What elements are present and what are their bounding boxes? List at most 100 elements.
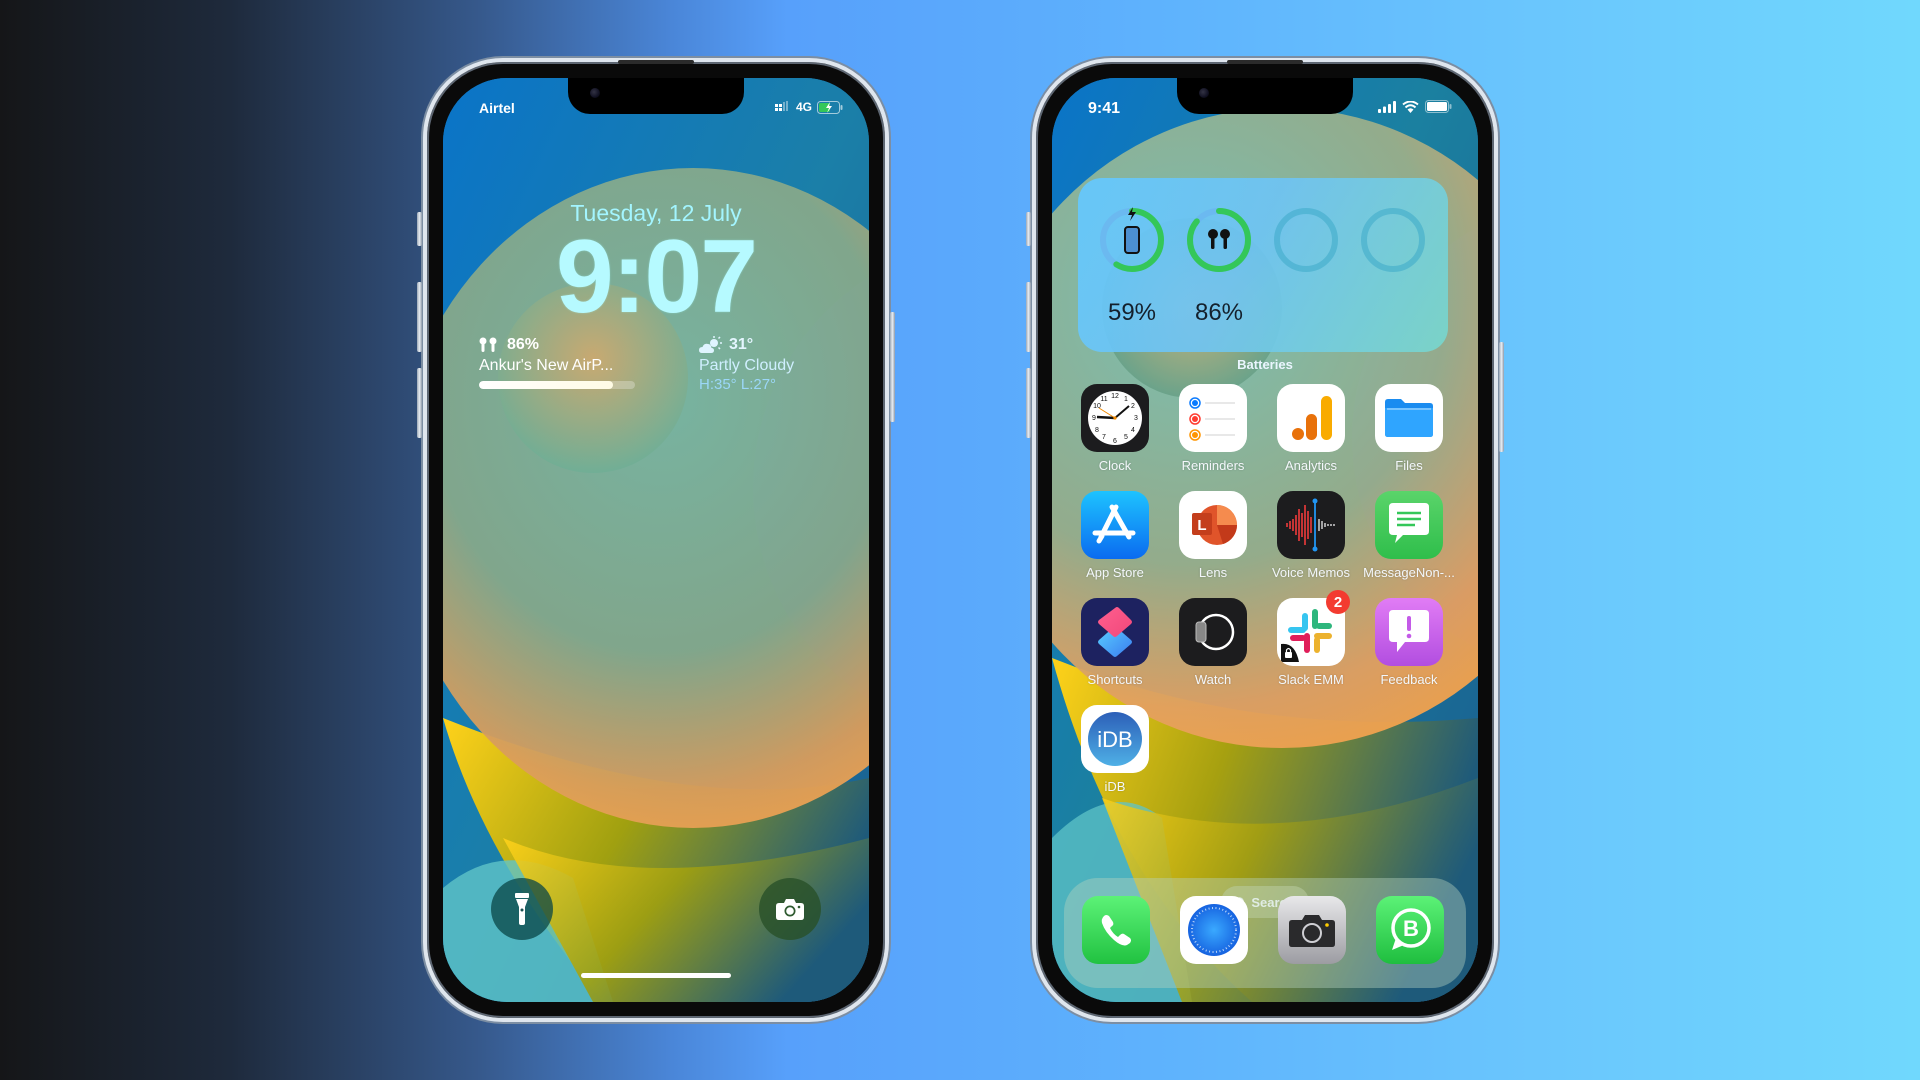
airpods-battery-bar (479, 381, 635, 389)
svg-text:7: 7 (1102, 434, 1106, 441)
battery-ring (1187, 208, 1251, 272)
airpods-icon (1208, 229, 1230, 249)
svg-text:1: 1 (1124, 396, 1128, 403)
batteries-widget[interactable]: 59% 86% (1078, 178, 1448, 352)
home-screen: 9:41 59% 86% Batteries 12 1 2 3 4 5 6 7 … (1052, 78, 1478, 1002)
idb-logo-text: iDB (1097, 727, 1132, 752)
svg-text:12: 12 (1111, 393, 1119, 400)
svg-text:5: 5 (1124, 434, 1128, 441)
app-label: Analytics (1284, 458, 1338, 473)
cellular-signal-icon (1378, 100, 1396, 113)
notch (1177, 78, 1353, 114)
app-analytics[interactable]: Analytics (1262, 384, 1360, 473)
home-screen-phone: 9:41 59% 86% Batteries 12 1 2 3 4 5 6 7 … (1026, 58, 1504, 1022)
lock-time: 9:07 (555, 219, 758, 335)
safari-icon[interactable] (1180, 896, 1248, 964)
svg-text:3: 3 (1134, 415, 1138, 422)
app-idb[interactable]: iDB iDB (1066, 705, 1164, 794)
silent-switch (1026, 212, 1031, 246)
power-button (890, 312, 895, 422)
weather-temperature: 31° (729, 336, 754, 353)
flashlight-button[interactable] (491, 878, 553, 940)
app-slack-emm[interactable]: 2 Slack EMM (1262, 590, 1360, 687)
app-label: Watch (1194, 672, 1232, 687)
earpiece-speaker (1227, 60, 1303, 64)
airpods-icon (479, 337, 497, 352)
app-label: iDB (1104, 779, 1126, 794)
battery-charging-icon (817, 100, 843, 114)
battery-item-iphone: 59% (1098, 206, 1166, 327)
lens-icon: L (1179, 491, 1247, 559)
home-indicator[interactable] (581, 973, 731, 978)
wifi-icon (1402, 100, 1419, 113)
front-camera (590, 88, 600, 98)
weather-widget[interactable]: 31° Partly Cloudy H:35° L:27° (699, 336, 794, 393)
app-feedback[interactable]: Feedback (1360, 598, 1458, 687)
app-voice-memos[interactable]: Voice Memos (1262, 491, 1360, 580)
app-label: Feedback (1380, 672, 1438, 687)
airpods-device-name: Ankur's New AirP... (479, 357, 614, 374)
lock-screen: Airtel 4G Tuesday, 12 July 9:07 86% Anku… (443, 78, 869, 1002)
app-label: App Store (1086, 565, 1144, 580)
idb-icon: iDB (1081, 705, 1149, 773)
batteries-widget-label: Batteries (1237, 357, 1293, 372)
notification-badge: 2 (1326, 590, 1350, 614)
app-clock[interactable]: 12 1 2 3 4 5 6 7 8 9 10 11 Clock (1066, 384, 1164, 473)
watch-icon (1179, 598, 1247, 666)
partly-cloudy-icon (699, 336, 722, 353)
svg-text:6: 6 (1113, 438, 1117, 445)
analytics-icon (1277, 384, 1345, 452)
svg-text:L: L (1197, 517, 1206, 534)
app-lens[interactable]: L Lens (1164, 491, 1262, 580)
status-time: 9:41 (1088, 100, 1121, 117)
battery-icon (1425, 100, 1452, 113)
svg-text:9: 9 (1092, 415, 1096, 422)
app-label: Files (1395, 458, 1423, 473)
silent-switch (417, 212, 422, 246)
app-app-store[interactable]: App Store (1066, 491, 1164, 580)
app-label: MessageNon-... (1363, 565, 1455, 580)
signal-icon (774, 101, 788, 111)
app-label: Shortcuts (1087, 672, 1143, 687)
airpods-battery-fill (479, 381, 614, 389)
app-label: Lens (1198, 565, 1228, 580)
volume-down-button (417, 368, 422, 438)
dock: B (1064, 878, 1466, 988)
whatsapp-business-icon[interactable]: B (1376, 896, 1444, 964)
battery-ring-empty (1274, 208, 1338, 272)
files-icon (1375, 384, 1443, 452)
app-watch[interactable]: Watch (1164, 598, 1262, 687)
app-label: Slack EMM (1278, 672, 1344, 687)
message-icon (1375, 491, 1443, 559)
app-files[interactable]: Files (1360, 384, 1458, 473)
feedback-icon (1375, 598, 1443, 666)
shortcuts-icon (1081, 598, 1149, 666)
svg-text:2: 2 (1131, 403, 1135, 410)
svg-text:8: 8 (1095, 427, 1099, 434)
camera-icon (776, 899, 804, 920)
svg-text:B: B (1403, 916, 1419, 941)
earpiece-speaker (618, 60, 694, 64)
app-reminders[interactable]: Reminders (1164, 384, 1262, 473)
camera-button[interactable] (759, 878, 821, 940)
notch (568, 78, 744, 114)
reminders-icon (1179, 384, 1247, 452)
volume-down-button (1026, 368, 1031, 438)
airpods-battery-widget[interactable]: 86% Ankur's New AirP... (479, 336, 649, 389)
camera-app-icon[interactable] (1278, 896, 1346, 964)
power-button (1499, 342, 1504, 452)
network-type: 4G (795, 100, 812, 114)
flashlight-icon (515, 893, 529, 925)
battery-item-empty (1359, 206, 1427, 279)
battery-ring-empty (1361, 208, 1425, 272)
battery-ring (1100, 207, 1164, 272)
battery-item-empty (1272, 206, 1340, 279)
carrier-name: Airtel (479, 100, 515, 116)
battery-percent: 59% (1107, 299, 1157, 326)
app-label: Voice Memos (1271, 565, 1351, 580)
app-message[interactable]: MessageNon-... (1360, 491, 1458, 580)
volume-up-button (417, 282, 422, 352)
app-shortcuts[interactable]: Shortcuts (1066, 598, 1164, 687)
weather-condition: Partly Cloudy (699, 357, 795, 374)
phone-icon[interactable] (1082, 896, 1150, 964)
